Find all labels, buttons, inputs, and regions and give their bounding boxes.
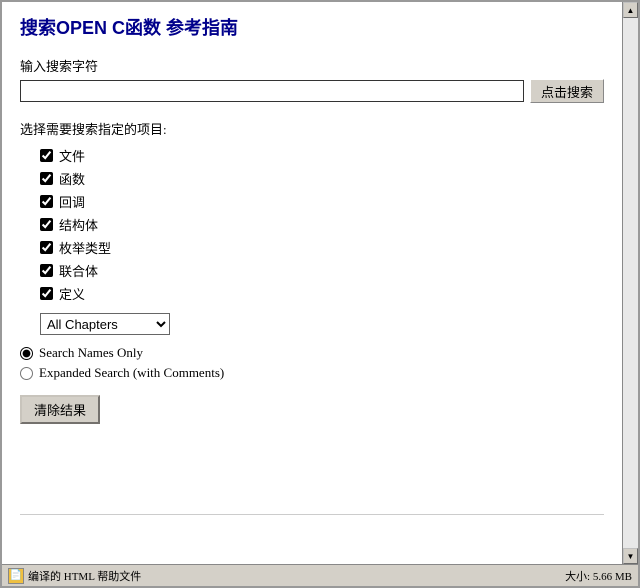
checkbox-item-unions[interactable]: 联合体: [40, 261, 604, 280]
checkbox-label-structures: 结构体: [59, 215, 98, 234]
scrollbar-track[interactable]: [623, 18, 638, 548]
radio-names-only[interactable]: [20, 347, 33, 360]
statusbar-size: 大小: 5.66 MB: [565, 568, 632, 584]
chapter-select[interactable]: All Chapters: [40, 313, 170, 335]
radio-item-names-only[interactable]: Search Names Only: [20, 345, 604, 361]
checkbox-files[interactable]: [40, 149, 53, 162]
search-input[interactable]: [20, 80, 524, 102]
clear-button[interactable]: 清除结果: [20, 395, 100, 424]
checkbox-group: 文件 函数 回调 结构体 枚举类型: [40, 146, 604, 303]
checkbox-label-callbacks: 回调: [59, 192, 85, 211]
checkbox-item-functions[interactable]: 函数: [40, 169, 604, 188]
chapter-select-wrapper: All Chapters: [40, 313, 604, 335]
search-button[interactable]: 点击搜索: [530, 79, 604, 103]
filter-section-label: 选择需要搜索指定的项目:: [20, 119, 604, 138]
divider: [20, 514, 604, 515]
checkbox-label-files: 文件: [59, 146, 85, 165]
checkbox-functions[interactable]: [40, 172, 53, 185]
statusbar-icon: 📄: [8, 568, 24, 584]
radio-expanded[interactable]: [20, 367, 33, 380]
checkbox-unions[interactable]: [40, 264, 53, 277]
checkbox-item-enum-types[interactable]: 枚举类型: [40, 238, 604, 257]
checkbox-enum-types[interactable]: [40, 241, 53, 254]
checkbox-item-structures[interactable]: 结构体: [40, 215, 604, 234]
checkbox-label-definitions: 定义: [59, 284, 85, 303]
page-content: 搜索OPEN C函数 参考指南 输入搜索字符 点击搜索 选择需要搜索指定的项目:…: [2, 2, 622, 564]
checkbox-label-enum-types: 枚举类型: [59, 238, 111, 257]
right-scrollbar: ▲ ▼: [622, 2, 638, 564]
checkbox-item-callbacks[interactable]: 回调: [40, 192, 604, 211]
radio-label-expanded: Expanded Search (with Comments): [39, 365, 224, 381]
checkbox-definitions[interactable]: [40, 287, 53, 300]
statusbar-text: 编译的 HTML 帮助文件: [28, 568, 561, 584]
radio-item-expanded[interactable]: Expanded Search (with Comments): [20, 365, 604, 381]
checkbox-label-unions: 联合体: [59, 261, 98, 280]
search-label: 输入搜索字符: [20, 56, 604, 75]
main-window: 搜索OPEN C函数 参考指南 输入搜索字符 点击搜索 选择需要搜索指定的项目:…: [0, 0, 640, 588]
statusbar: 📄 编译的 HTML 帮助文件 大小: 5.66 MB: [2, 564, 638, 586]
checkbox-structures[interactable]: [40, 218, 53, 231]
search-row: 点击搜索: [20, 79, 604, 103]
scrollbar-up-button[interactable]: ▲: [623, 2, 638, 18]
page-title: 搜索OPEN C函数 参考指南: [20, 14, 604, 40]
checkbox-callbacks[interactable]: [40, 195, 53, 208]
checkbox-item-files[interactable]: 文件: [40, 146, 604, 165]
scrollbar-down-button[interactable]: ▼: [623, 548, 638, 564]
checkbox-item-definitions[interactable]: 定义: [40, 284, 604, 303]
radio-label-names-only: Search Names Only: [39, 345, 143, 361]
radio-group: Search Names Only Expanded Search (with …: [20, 345, 604, 381]
checkbox-label-functions: 函数: [59, 169, 85, 188]
